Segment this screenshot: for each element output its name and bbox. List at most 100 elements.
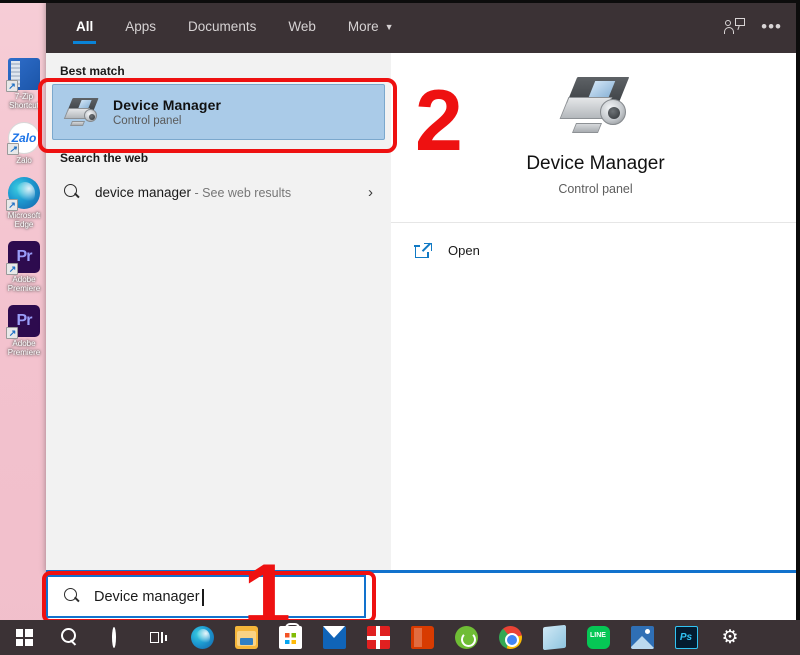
shortcut-arrow-icon: ↗ [7, 143, 19, 155]
taskbar-chrome-icon[interactable] [488, 620, 532, 655]
web-result-query: device manager [95, 185, 191, 200]
search-filter-tabs: All Apps Documents Web More ▼ [60, 0, 725, 53]
desktop-icon-adobe-premiere-2[interactable]: Pr↗ Adobe Premiere [0, 305, 48, 357]
desktop-icon-adobe-premiere-1-glyph: Pr↗ [8, 241, 40, 273]
desktop-icon-7zip-glyph: ↗ [8, 58, 40, 90]
desktop-icon-microsoft-edge-label: Microsoft Edge [1, 211, 47, 229]
open-external-icon [415, 243, 432, 258]
tab-documents[interactable]: Documents [172, 0, 272, 53]
tab-label: Web [288, 19, 316, 34]
desktop-icon-zalo-glyph: Zalo↗ [8, 122, 40, 154]
taskbar-store-icon[interactable] [268, 620, 312, 655]
search-icon [63, 630, 78, 645]
desktop-icon-adobe-premiere-1-label: Adobe Premiere [1, 275, 47, 293]
search-flyout-body: Best match Device Manager Control panel … [46, 53, 800, 570]
feedback-person-icon[interactable] [725, 18, 745, 36]
shortcut-arrow-icon: ↗ [6, 80, 18, 92]
preview-hero: Device Manager Control panel [391, 53, 800, 196]
ellipsis-icon[interactable]: ••• [761, 22, 782, 32]
taskbar-gift-icon[interactable] [356, 620, 400, 655]
desktop-icon-adobe-premiere-1[interactable]: Pr↗ Adobe Premiere [0, 241, 48, 293]
result-item-text: Device Manager Control panel [113, 97, 221, 127]
chevron-right-icon: › [368, 184, 373, 201]
taskbar-office-icon-glyph [411, 626, 434, 649]
chevron-down-icon: ▼ [385, 22, 394, 32]
taskbar-mail-icon[interactable] [312, 620, 356, 655]
cortana-icon [112, 630, 116, 646]
web-result-text: device manager - See web results [95, 185, 354, 200]
search-icon [64, 184, 81, 201]
result-item-title: Device Manager [113, 97, 221, 113]
taskbar-photoshop-icon[interactable]: Ps [664, 620, 708, 655]
preview-subtitle: Control panel [558, 182, 632, 196]
tab-label: Documents [188, 19, 256, 34]
open-action-label: Open [448, 243, 480, 258]
windows-logo-icon [16, 629, 33, 646]
taskbar-explorer-icon[interactable] [224, 620, 268, 655]
header-actions: ••• [725, 0, 782, 53]
desktop-icon-zalo[interactable]: Zalo↗ Zalo [0, 122, 48, 165]
preview-actions: Open [391, 223, 800, 267]
result-item-device-manager[interactable]: Device Manager Control panel [52, 84, 385, 140]
device-manager-icon [65, 97, 99, 127]
result-item-subtitle: Control panel [113, 115, 221, 127]
taskbar-edge-icon-glyph [191, 626, 214, 649]
desktop-icon-microsoft-edge[interactable]: ↗Microsoft Edge [0, 177, 48, 229]
device-manager-icon [562, 75, 630, 135]
search-input[interactable]: Device manager [46, 575, 366, 618]
taskbar-sticky-icon-glyph [543, 625, 566, 650]
search-flyout-header: All Apps Documents Web More ▼ ••• [46, 0, 800, 53]
desktop-icon-7zip-label: 7-Zip Shortcut [1, 92, 47, 110]
taskbar-photos-icon-glyph [631, 626, 654, 649]
web-result-suffix: - See web results [191, 186, 291, 200]
taskbar-mail-icon-glyph [323, 626, 346, 649]
tab-label: All [76, 19, 93, 34]
search-icon [64, 588, 82, 606]
taskbar-photoshop-icon-glyph: Ps [675, 626, 698, 649]
taskbar-green-icon-glyph [455, 626, 478, 649]
taskbar-store-icon-glyph [279, 626, 302, 649]
desktop-icon-microsoft-edge-glyph: ↗ [8, 177, 40, 209]
taskbar-settings-icon[interactable]: ⚙ [708, 620, 752, 655]
taskbar-office-icon[interactable] [400, 620, 444, 655]
taskbar-chrome-icon-glyph [499, 626, 522, 649]
desktop-icon-7zip[interactable]: ↗7-Zip Shortcut [0, 58, 48, 110]
shortcut-arrow-icon: ↗ [6, 199, 18, 211]
taskbar-line-icon-glyph [587, 626, 610, 649]
desktop-icon-adobe-premiere-2-label: Adobe Premiere [1, 339, 47, 357]
tab-more[interactable]: More ▼ [332, 0, 410, 53]
result-item-web-search[interactable]: device manager - See web results › [52, 171, 385, 213]
tab-label: More [348, 19, 379, 34]
windows-search-flyout: All Apps Documents Web More ▼ ••• Best match [46, 0, 800, 573]
taskbar-search-bar-area: Device manager [46, 573, 800, 620]
shortcut-arrow-icon: ↗ [6, 327, 18, 339]
search-the-web-label: Search the web [46, 140, 391, 171]
tab-label: Apps [125, 19, 156, 34]
preview-title: Device Manager [526, 153, 664, 175]
taskbar-search-icon[interactable] [48, 620, 92, 655]
taskbar: Ps ⚙ [0, 620, 800, 655]
taskbar-edge-icon[interactable] [180, 620, 224, 655]
search-input-value: Device manager [94, 589, 200, 605]
cortana-icon[interactable] [92, 620, 136, 655]
search-preview-panel: Device Manager Control panel Open [391, 53, 800, 570]
search-results-panel: Best match Device Manager Control panel … [46, 53, 391, 570]
tab-all[interactable]: All [60, 0, 109, 53]
taskbar-photos-icon[interactable] [620, 620, 664, 655]
task-view-icon[interactable] [136, 620, 180, 655]
open-action-button[interactable]: Open [415, 233, 800, 267]
desktop-icon-zalo-label: Zalo [1, 156, 47, 165]
desktop-icon-adobe-premiere-2-glyph: Pr↗ [8, 305, 40, 337]
taskbar-line-icon[interactable] [576, 620, 620, 655]
taskbar-green-icon[interactable] [444, 620, 488, 655]
taskbar-sticky-icon[interactable] [532, 620, 576, 655]
shortcut-arrow-icon: ↗ [6, 263, 18, 275]
tab-web[interactable]: Web [272, 0, 332, 53]
task-view-icon [150, 632, 167, 643]
start-button[interactable] [0, 620, 48, 655]
gear-icon: ⚙ [721, 628, 738, 647]
tab-apps[interactable]: Apps [109, 0, 172, 53]
desktop-icon-list: ↗7-Zip ShortcutZalo↗Zalo↗Microsoft EdgeP… [0, 0, 48, 620]
best-match-label: Best match [46, 53, 391, 84]
screen-frame-right [796, 0, 800, 620]
